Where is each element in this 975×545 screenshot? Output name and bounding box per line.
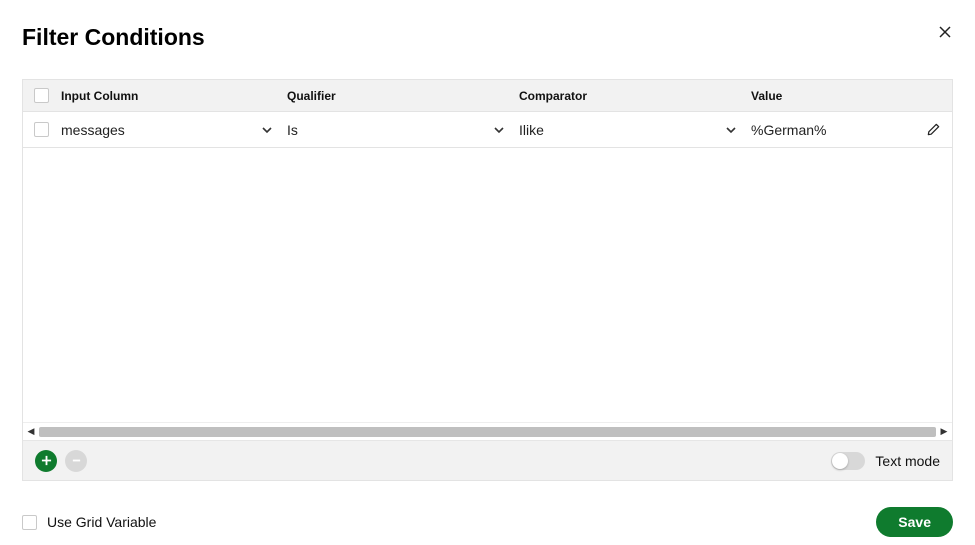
horizontal-scrollbar[interactable]: ◀ ▶	[23, 422, 952, 440]
text-mode-toggle[interactable]	[831, 452, 865, 470]
cell-qualifier: Is	[287, 122, 491, 138]
scroll-right-icon[interactable]: ▶	[938, 426, 950, 437]
cell-value: %German%	[751, 122, 914, 138]
dialog-title: Filter Conditions	[22, 24, 205, 51]
cell-input-column: messages	[61, 122, 259, 138]
column-header-value: Value	[751, 89, 782, 103]
filter-grid: Input Column Qualifier Comparator Value …	[22, 79, 953, 481]
row-checkbox[interactable]	[34, 122, 49, 137]
header-checkbox[interactable]	[34, 88, 49, 103]
chevron-down-icon[interactable]	[259, 124, 275, 136]
scrollbar-track[interactable]	[39, 427, 936, 437]
table-row[interactable]: messages Is Ilike %German%	[23, 112, 952, 148]
text-mode-label: Text mode	[875, 453, 940, 469]
close-icon[interactable]	[937, 24, 953, 44]
column-header-qualifier: Qualifier	[287, 89, 336, 103]
cell-comparator: Ilike	[519, 122, 723, 138]
column-header-input: Input Column	[61, 89, 138, 103]
grid-body-empty	[23, 148, 952, 422]
toggle-knob	[832, 453, 848, 469]
scroll-left-icon[interactable]: ◀	[25, 426, 37, 437]
column-header-comparator: Comparator	[519, 89, 587, 103]
chevron-down-icon[interactable]	[491, 124, 507, 136]
grid-header-row: Input Column Qualifier Comparator Value	[23, 80, 952, 112]
edit-icon[interactable]	[926, 122, 941, 137]
grid-toolbar: Text mode	[23, 440, 952, 480]
chevron-down-icon[interactable]	[723, 124, 739, 136]
use-grid-variable-checkbox[interactable]	[22, 515, 37, 530]
use-grid-variable-label: Use Grid Variable	[47, 514, 156, 530]
add-row-button[interactable]	[35, 450, 57, 472]
remove-row-button	[65, 450, 87, 472]
save-button[interactable]: Save	[876, 507, 953, 537]
